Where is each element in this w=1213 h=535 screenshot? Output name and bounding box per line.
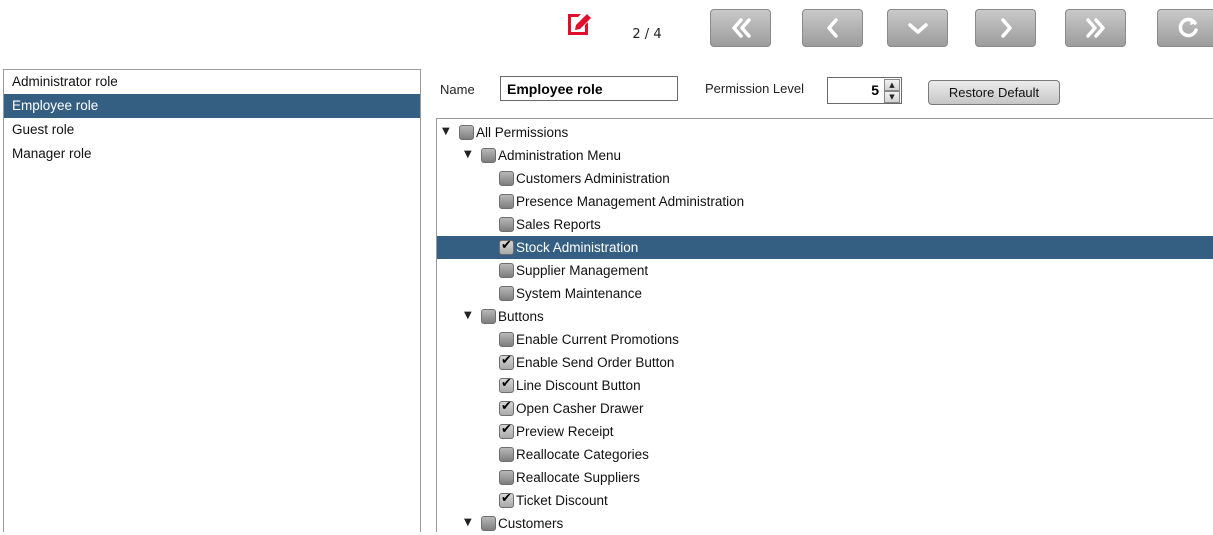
tree-row[interactable]: ▼ Buttons — [437, 305, 1213, 328]
dropdown-button[interactable] — [887, 9, 948, 47]
permission-checkbox[interactable] — [499, 491, 514, 508]
expand-toggle-icon[interactable]: ▼ — [464, 310, 472, 321]
next-icon — [1000, 18, 1012, 38]
previous-icon — [826, 18, 838, 38]
tree-row[interactable]: Sales Reports — [437, 213, 1213, 236]
first-record-button[interactable] — [710, 9, 771, 47]
tree-label: Preview Receipt — [516, 424, 614, 439]
tree-label: All Permissions — [476, 125, 569, 140]
tree-label: Stock Administration — [516, 240, 639, 255]
tree-row[interactable]: Reallocate Suppliers — [437, 466, 1213, 489]
previous-record-button[interactable] — [802, 9, 863, 47]
role-list-item[interactable]: Guest role — [4, 118, 420, 142]
permission-checkbox[interactable] — [499, 238, 514, 255]
tree-row[interactable]: Stock Administration — [437, 236, 1213, 259]
tree-label: Reallocate Categories — [516, 447, 649, 462]
tree-label: Buttons — [498, 309, 544, 324]
permission-checkbox[interactable] — [499, 399, 514, 416]
restore-default-button[interactable]: Restore Default — [928, 80, 1060, 105]
role-list-item[interactable]: Manager role — [4, 142, 420, 166]
permission-level-value: 5 — [871, 82, 879, 98]
role-list-item[interactable]: Administrator role — [4, 70, 420, 94]
reload-icon — [1178, 17, 1198, 38]
spin-down-button[interactable]: ▼ — [884, 91, 900, 103]
tree-label: Open Casher Drawer — [516, 401, 644, 416]
tree-label: Presence Management Administration — [516, 194, 745, 209]
spin-up-button[interactable]: ▲ — [884, 79, 900, 91]
permission-checkbox[interactable] — [481, 516, 496, 531]
permission-checkbox[interactable] — [499, 376, 514, 393]
permission-checkbox[interactable] — [499, 422, 514, 439]
tree-label: System Maintenance — [516, 286, 643, 301]
tree-label: Customers — [498, 516, 564, 531]
tree-row[interactable]: Enable Current Promotions — [437, 328, 1213, 351]
triangle-down-icon: ▼ — [889, 92, 895, 101]
tree-label: Reallocate Suppliers — [516, 470, 640, 485]
permission-level-label: Permission Level — [705, 81, 804, 96]
tree-label: Enable Current Promotions — [516, 332, 679, 347]
tree-label: Supplier Management — [516, 263, 649, 278]
triangle-up-icon: ▲ — [889, 80, 895, 89]
role-list-item[interactable]: Employee role — [4, 94, 420, 118]
permission-tree: ▼ All Permissions ▼ Administration Menu Cust… — [436, 118, 1213, 532]
tree-row[interactable]: ▼ All Permissions — [437, 121, 1213, 144]
expand-toggle-icon[interactable]: ▼ — [442, 126, 450, 137]
chevron-down-icon — [907, 23, 928, 34]
permission-checkbox[interactable] — [499, 263, 514, 278]
name-label: Name — [440, 82, 475, 97]
tree-row[interactable]: Customers Administration — [437, 167, 1213, 190]
tree-row[interactable]: Presence Management Administration — [437, 190, 1213, 213]
tree-row[interactable]: Ticket Discount — [437, 489, 1213, 512]
expand-toggle-icon[interactable]: ▼ — [464, 149, 472, 160]
toolbar: 2 / 4 — [0, 0, 1213, 62]
name-input[interactable] — [500, 76, 678, 101]
tree-row[interactable]: Line Discount Button — [437, 374, 1213, 397]
tree-label: Ticket Discount — [516, 493, 608, 508]
edit-icon[interactable] — [563, 10, 593, 40]
permission-checkbox[interactable] — [459, 125, 474, 140]
permission-checkbox[interactable] — [499, 194, 514, 209]
tree-row[interactable]: Reallocate Categories — [437, 443, 1213, 466]
tree-label: Administration Menu — [498, 148, 622, 163]
tree-row[interactable]: Open Casher Drawer — [437, 397, 1213, 420]
tree-label: Sales Reports — [516, 217, 601, 232]
last-record-button[interactable] — [1065, 9, 1126, 47]
last-icon — [1085, 18, 1105, 38]
tree-label: Enable Send Order Button — [516, 355, 675, 370]
permission-level-spinner[interactable]: 5 ▲ ▼ — [827, 77, 902, 104]
permission-checkbox[interactable] — [499, 332, 514, 347]
expand-toggle-icon[interactable]: ▼ — [464, 517, 472, 528]
tree-label: Customers Administration — [516, 171, 670, 186]
role-list: Administrator role Employee role Guest rol… — [3, 69, 421, 532]
page-counter: 2 / 4 — [632, 27, 662, 42]
tree-row[interactable]: System Maintenance — [437, 282, 1213, 305]
tree-label: Line Discount Button — [516, 378, 641, 393]
permission-checkbox[interactable] — [481, 148, 496, 163]
tree-row[interactable]: Preview Receipt — [437, 420, 1213, 443]
next-record-button[interactable] — [975, 9, 1036, 47]
permission-checkbox[interactable] — [499, 171, 514, 186]
permission-checkbox[interactable] — [499, 286, 514, 301]
tree-row[interactable]: Supplier Management — [437, 259, 1213, 282]
permission-checkbox[interactable] — [499, 217, 514, 232]
permission-checkbox[interactable] — [481, 309, 496, 324]
permission-checkbox[interactable] — [499, 470, 514, 485]
first-icon — [731, 18, 751, 38]
tree-row[interactable]: ▼ Administration Menu — [437, 144, 1213, 167]
tree-row[interactable]: Enable Send Order Button — [437, 351, 1213, 374]
permission-checkbox[interactable] — [499, 447, 514, 462]
permission-checkbox[interactable] — [499, 353, 514, 370]
reload-button[interactable] — [1157, 9, 1213, 47]
